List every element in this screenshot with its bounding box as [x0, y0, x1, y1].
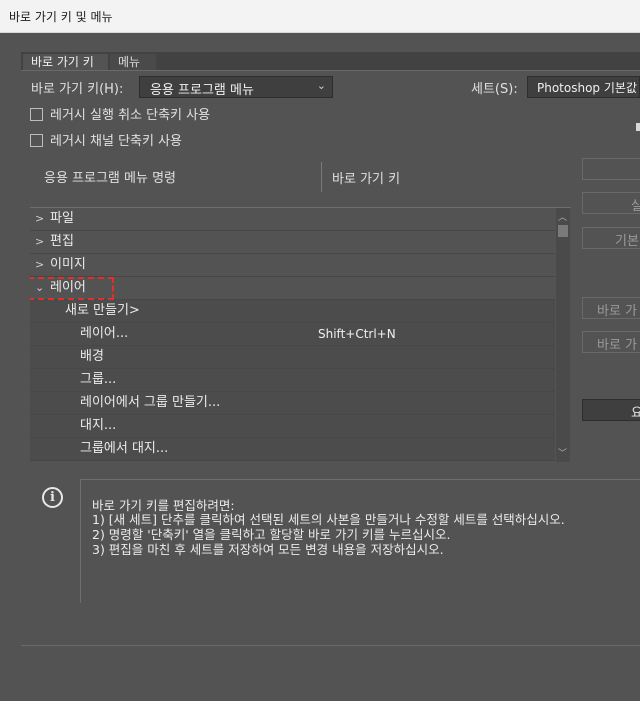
- chevron-right-icon[interactable]: >: [35, 208, 44, 230]
- tree-row-label: 레이어에서 그룹 만들기...: [80, 395, 221, 410]
- tree-row-layer[interactable]: ⌄ 레이어: [30, 277, 555, 300]
- legacy-channel-checkbox[interactable]: [30, 134, 43, 147]
- button-label: 바로 가: [597, 304, 638, 319]
- button-label: 실: [631, 199, 640, 213]
- command-tree[interactable]: > 파일 > 편집 > 이미지 ⌄ 레이어 새로 만들기> 레이어... Shi…: [30, 207, 571, 462]
- tree-row-label: 그룹에서 대지...: [80, 441, 169, 456]
- summarize-button[interactable]: 요: [582, 399, 640, 421]
- tab-shortcuts[interactable]: 바로 가기 키: [23, 54, 108, 70]
- tree-row-new[interactable]: 새로 만들기>: [30, 300, 555, 323]
- column-header-shortcut[interactable]: 바로 가기 키: [332, 168, 400, 187]
- use-default-button[interactable]: 기본: [582, 227, 640, 249]
- button-label: 기본: [615, 234, 639, 249]
- tree-row-image[interactable]: > 이미지: [30, 254, 555, 277]
- tree-row-file[interactable]: > 파일: [30, 208, 555, 231]
- window-titlebar: 바로 가기 키 및 메뉴: [0, 0, 640, 33]
- tree-row-label: 이미지: [50, 257, 86, 272]
- window-title: 바로 가기 키 및 메뉴: [9, 10, 113, 24]
- chevron-down-icon[interactable]: ﹀: [558, 446, 567, 459]
- chevron-down-icon: ⌄: [316, 79, 326, 92]
- delete-shortcut-button[interactable]: 바로 가: [582, 331, 640, 353]
- set-label: 세트(S):: [471, 82, 518, 97]
- shortcuts-for-select[interactable]: 응용 프로그램 메뉴 ⌄: [139, 76, 333, 98]
- shortcuts-for-value: 응용 프로그램 메뉴: [150, 83, 254, 98]
- highlight-box: [30, 277, 114, 300]
- set-select[interactable]: Photoshop 기본값: [527, 76, 640, 98]
- chevron-right-icon[interactable]: >: [35, 254, 44, 276]
- chevron-up-icon[interactable]: ︿: [558, 210, 567, 223]
- tab-menus-label: 메뉴: [118, 55, 141, 69]
- undo-button[interactable]: 실: [582, 192, 640, 214]
- tree-row-artboard-from-group[interactable]: 그룹에서 대지...: [30, 438, 555, 461]
- tree-scrollbar[interactable]: ︿ ﹀: [556, 208, 570, 462]
- tree-row-group-from-layers[interactable]: 레이어에서 그룹 만들기...: [30, 392, 555, 415]
- legacy-undo-checkbox[interactable]: [30, 108, 43, 121]
- footer-divider: [21, 645, 640, 646]
- info-icon: i: [42, 487, 63, 508]
- tree-row-edit[interactable]: > 편집: [30, 231, 555, 254]
- info-line: 3) 편집을 마친 후 세트를 저장하여 모든 변경 내용을 저장하십시오.: [92, 542, 444, 557]
- add-shortcut-button[interactable]: 바로 가: [582, 297, 640, 319]
- tree-row-artboard[interactable]: 대지...: [30, 415, 555, 438]
- tree-row-label: 편집: [50, 234, 74, 249]
- accept-button[interactable]: [582, 158, 640, 180]
- shortcuts-for-label: 바로 가기 키(H):: [31, 82, 124, 97]
- tree-row-label: 배경: [80, 349, 104, 364]
- window-edge-glyph: [636, 123, 640, 131]
- tree-row-label: 레이어...: [80, 326, 129, 341]
- column-header-command[interactable]: 응용 프로그램 메뉴 명령: [44, 167, 176, 186]
- button-label: 요: [631, 406, 640, 420]
- legacy-undo-label: 레거시 실행 취소 단축키 사용: [50, 108, 211, 123]
- tree-row-label: 그룹...: [80, 372, 117, 387]
- column-divider: [321, 162, 322, 192]
- tree-row-group[interactable]: 그룹...: [30, 369, 555, 392]
- tree-row-label: 대지...: [80, 418, 117, 433]
- tab-shortcuts-label: 바로 가기 키: [31, 55, 94, 69]
- scrollbar-thumb[interactable]: [558, 225, 568, 237]
- tab-menus[interactable]: 메뉴: [110, 54, 156, 70]
- tree-row-label: 파일: [50, 211, 74, 226]
- button-label: 바로 가: [597, 338, 638, 353]
- legacy-channel-label: 레거시 채널 단축키 사용: [50, 134, 182, 149]
- tree-row-shortcut[interactable]: Shift+Ctrl+N: [318, 323, 396, 345]
- chevron-right-icon[interactable]: >: [35, 231, 44, 253]
- tree-row-layer-new[interactable]: 레이어... Shift+Ctrl+N: [30, 323, 555, 346]
- tree-row-background[interactable]: 배경: [30, 346, 555, 369]
- set-value: Photoshop 기본값: [537, 81, 637, 95]
- tree-row-label: 새로 만들기>: [65, 303, 140, 318]
